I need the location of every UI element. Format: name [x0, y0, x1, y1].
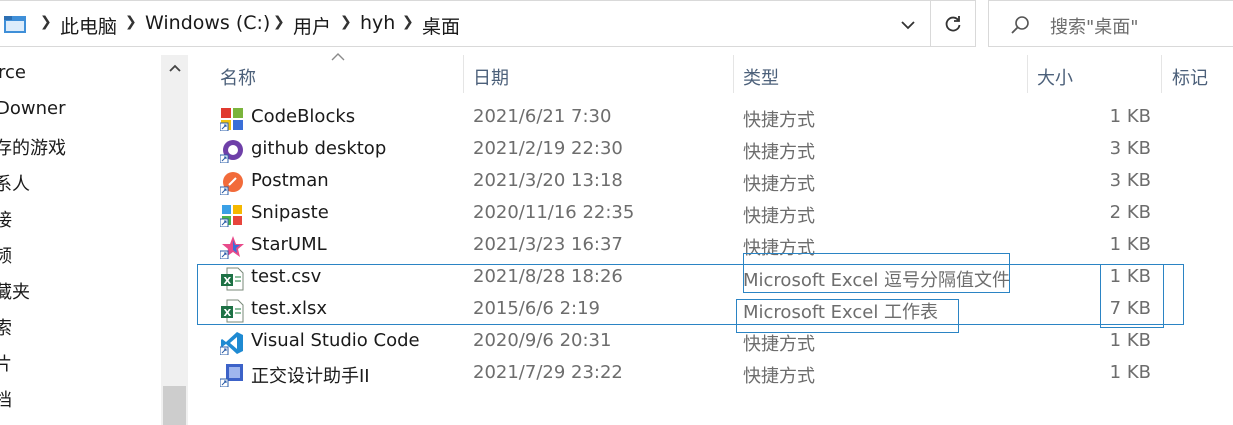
navigation-pane: rce Downer 存的游戏 系人 接 频 藏夹 索 片 档: [0, 55, 161, 425]
chevron-right-icon[interactable]: ❯: [340, 14, 352, 30]
file-date: 2021/6/21 7:30: [473, 106, 612, 127]
nav-item[interactable]: 系人: [0, 170, 30, 196]
highlight-sizes: [1100, 264, 1164, 328]
file-name: StarUML: [251, 234, 327, 255]
file-row[interactable]: Visual Studio Code 2020/9/6 20:31 快捷方式 1…: [210, 327, 1170, 359]
file-size: 2 KB: [1109, 202, 1151, 223]
search-box[interactable]: 搜索"桌面": [988, 0, 1233, 47]
highlight-excel-rows: [197, 264, 1184, 325]
file-name: github desktop: [251, 138, 387, 159]
file-type: 快捷方式: [743, 110, 815, 131]
column-header-name[interactable]: 名称: [220, 64, 256, 90]
file-size: 1 KB: [1109, 330, 1151, 351]
file-date: 2020/9/6 20:31: [473, 330, 612, 351]
address-bar[interactable]: ❯ 此电脑 ❯ Windows (C:) ❯ 用户 ❯ hyh ❯ 桌面: [0, 0, 931, 47]
highlight-xlsx-type: [736, 299, 959, 333]
file-row[interactable]: 正交设计助手II 2021/7/29 23:22 快捷方式 1 KB: [210, 359, 1170, 391]
search-icon: [1011, 16, 1029, 34]
chevron-right-icon[interactable]: ❯: [40, 14, 52, 30]
nav-item[interactable]: 存的游戏: [0, 134, 66, 160]
refresh-icon: [945, 16, 961, 32]
refresh-button[interactable]: [931, 0, 976, 47]
file-row[interactable]: Postman 2021/3/20 13:18 快捷方式 3 KB: [210, 167, 1170, 199]
chevron-right-icon[interactable]: ❯: [402, 14, 414, 30]
nav-item[interactable]: 接: [0, 206, 12, 232]
chevron-right-icon[interactable]: ❯: [125, 14, 137, 30]
file-name: CodeBlocks: [251, 106, 356, 127]
chevron-right-icon[interactable]: ❯: [273, 14, 285, 30]
nav-item[interactable]: 频: [0, 242, 12, 268]
column-divider[interactable]: [1027, 55, 1028, 93]
shortcut-app-icon: [220, 364, 243, 387]
column-divider[interactable]: [733, 55, 734, 93]
file-row[interactable]: github desktop 2021/2/19 22:30 快捷方式 3 KB: [210, 135, 1170, 167]
sort-ascending-icon: [331, 53, 345, 61]
file-size: 1 KB: [1109, 106, 1151, 127]
nav-item[interactable]: 档: [0, 386, 12, 412]
nav-item[interactable]: rce: [0, 62, 26, 83]
column-header-date[interactable]: 日期: [473, 64, 509, 90]
column-divider[interactable]: [1161, 55, 1162, 93]
file-size: 1 KB: [1109, 234, 1151, 255]
file-type: 快捷方式: [743, 142, 815, 163]
nav-scrollbar[interactable]: [161, 55, 188, 425]
column-header-tags[interactable]: 标记: [1172, 64, 1208, 90]
postman-icon: [220, 172, 243, 195]
breadcrumb-drive[interactable]: Windows (C:): [145, 12, 270, 34]
column-header-size[interactable]: 大小: [1037, 64, 1073, 90]
file-row[interactable]: CodeBlocks 2021/6/21 7:30 快捷方式 1 KB: [210, 103, 1170, 135]
nav-item[interactable]: 片: [0, 350, 12, 376]
scroll-up-icon[interactable]: [167, 60, 183, 76]
column-header-type[interactable]: 类型: [743, 64, 779, 90]
file-size: 3 KB: [1109, 138, 1151, 159]
breadcrumb-desktop[interactable]: 桌面: [422, 12, 460, 39]
snipaste-icon: [220, 205, 242, 227]
file-name: Snipaste: [251, 202, 329, 223]
github-desktop-icon: [220, 140, 243, 163]
file-row[interactable]: StarUML 2021/3/23 16:37 快捷方式 1 KB: [210, 231, 1170, 263]
breadcrumb-users[interactable]: 用户: [293, 12, 331, 39]
nav-item[interactable]: 藏夹: [0, 278, 30, 304]
codeblocks-icon: [220, 108, 243, 131]
file-type: 快捷方式: [743, 206, 815, 227]
highlight-csv-type: [743, 253, 1010, 293]
file-name: 正交设计助手II: [251, 366, 370, 387]
file-size: 3 KB: [1109, 170, 1151, 191]
breadcrumb-user[interactable]: hyh: [360, 12, 395, 34]
file-date: 2021/7/29 23:22: [473, 362, 623, 383]
file-name: Postman: [251, 170, 329, 191]
file-date: 2020/11/16 22:35: [473, 202, 635, 223]
folder-icon: [4, 16, 26, 33]
vscode-icon: [220, 332, 243, 355]
file-date: 2021/3/20 13:18: [473, 170, 623, 191]
scrollbar-thumb[interactable]: [163, 386, 186, 425]
nav-item[interactable]: Downer: [0, 98, 65, 119]
column-divider[interactable]: [463, 55, 464, 93]
nav-item[interactable]: 索: [0, 314, 12, 340]
file-row[interactable]: Snipaste 2020/11/16 22:35 快捷方式 2 KB: [210, 199, 1170, 231]
staruml-icon: [220, 236, 244, 259]
file-type: 快捷方式: [743, 174, 815, 195]
file-name: Visual Studio Code: [251, 330, 420, 351]
chevron-down-icon[interactable]: [893, 13, 923, 37]
file-type: 快捷方式: [743, 334, 815, 355]
breadcrumb-this-pc[interactable]: 此电脑: [60, 12, 117, 39]
search-input[interactable]: 搜索"桌面": [1050, 13, 1139, 39]
file-date: 2021/3/23 16:37: [473, 234, 623, 255]
file-date: 2021/2/19 22:30: [473, 138, 623, 159]
file-size: 1 KB: [1109, 362, 1151, 383]
file-type: 快捷方式: [743, 366, 815, 387]
